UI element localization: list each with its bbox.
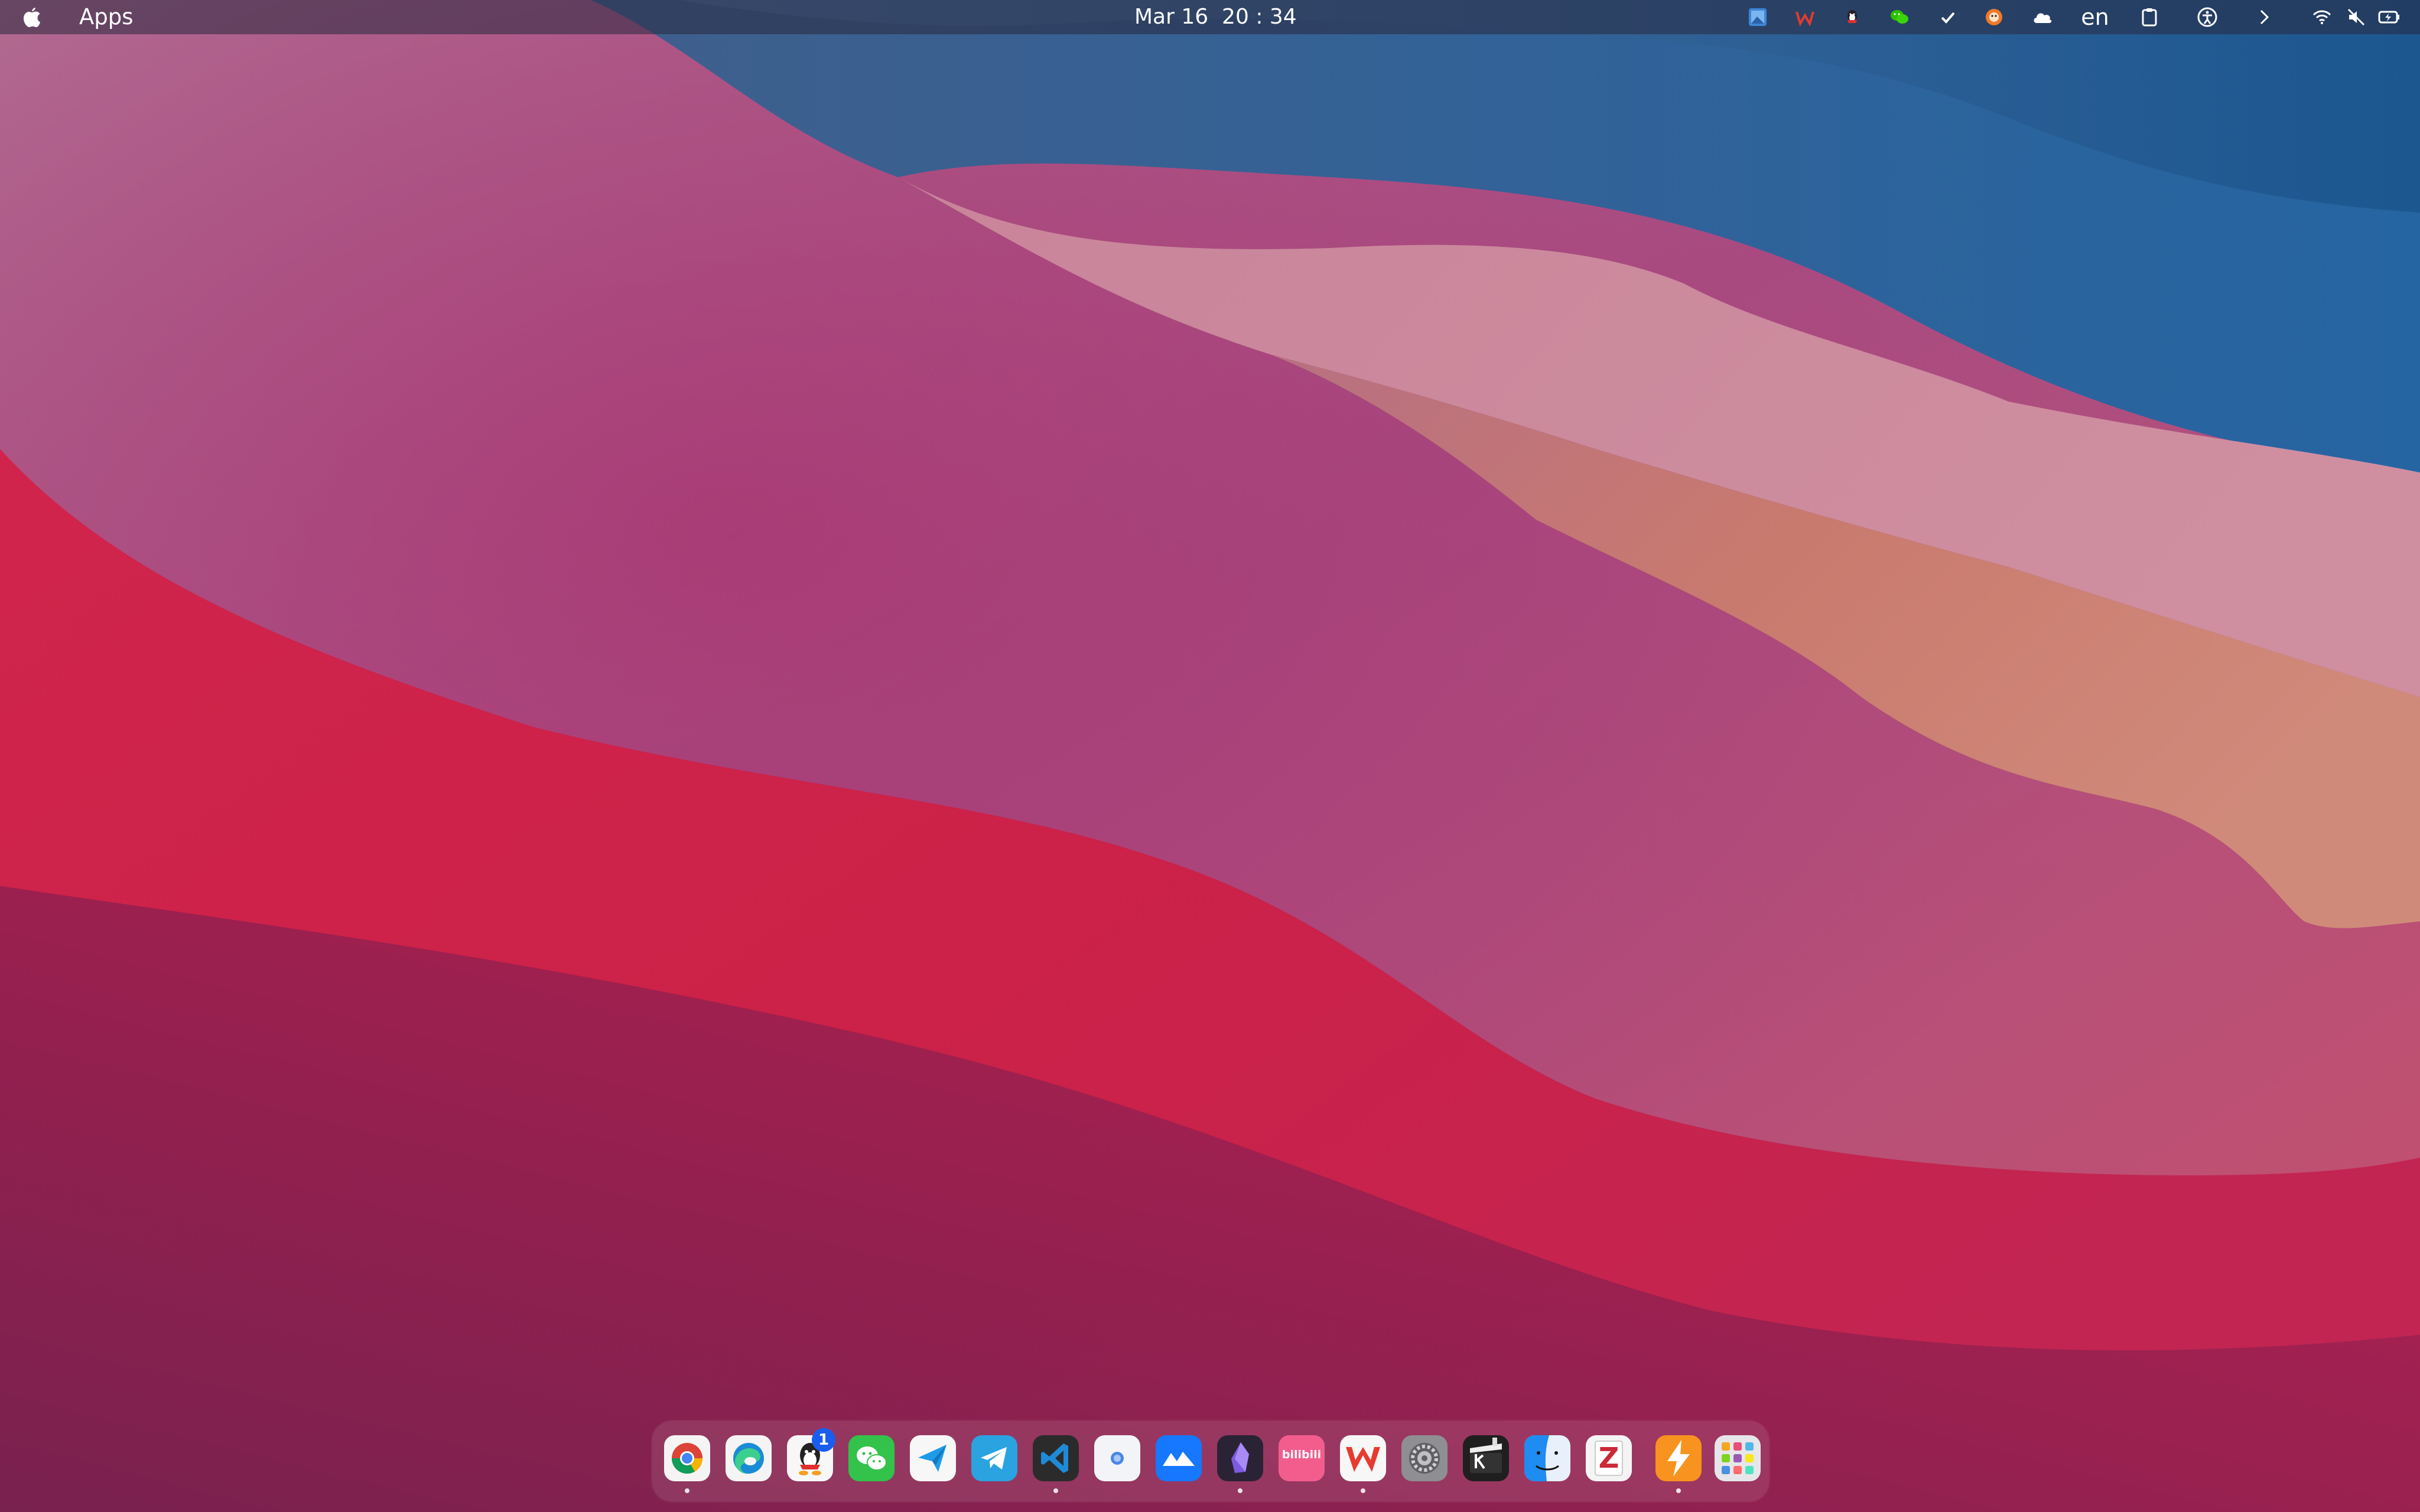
running-indicator [1676, 1488, 1681, 1493]
wps-icon[interactable] [1340, 1435, 1386, 1493]
wallpaper [0, 0, 2420, 1512]
chevron-right-icon[interactable] [2252, 4, 2276, 31]
browser-dot-icon[interactable] [1094, 1435, 1140, 1481]
input-language[interactable]: en [2079, 4, 2112, 31]
qq-icon[interactable]: 1 [787, 1428, 835, 1481]
screenshot-tool-icon[interactable] [1746, 4, 1770, 31]
qq-icon[interactable] [1840, 4, 1864, 31]
mute-icon[interactable] [2344, 4, 2368, 31]
feishu-send-icon[interactable] [910, 1435, 956, 1481]
lark-icon[interactable] [1156, 1435, 1202, 1481]
flash-icon[interactable] [1655, 1435, 1702, 1493]
cloud-icon[interactable] [2029, 4, 2055, 31]
wps-icon[interactable] [1793, 4, 1817, 31]
active-app-menu[interactable]: Apps [79, 5, 134, 30]
accessibility-icon[interactable] [2195, 4, 2219, 31]
bilibili-logo-text: bilibili [1281, 1448, 1322, 1461]
desktop[interactable]: Apps Mar 16 20 : 34 en 1 bilibili Z [0, 0, 2420, 1512]
system-settings-icon[interactable] [1401, 1435, 1448, 1481]
notification-badge: 1 [812, 1428, 835, 1452]
zotero-logo-letter: Z [1598, 1442, 1619, 1475]
running-indicator [685, 1488, 689, 1493]
running-indicator [1053, 1488, 1058, 1493]
edge-icon[interactable] [726, 1435, 772, 1481]
weasel-icon[interactable] [1982, 4, 2006, 31]
dock: 1 bilibili Z [652, 1421, 1769, 1501]
finder-icon[interactable] [1524, 1435, 1570, 1481]
obsidian-icon[interactable] [1217, 1435, 1263, 1493]
telegram-icon[interactable] [971, 1435, 1017, 1481]
chrome-icon[interactable] [664, 1435, 710, 1493]
checkmark-icon[interactable] [1936, 4, 1960, 31]
running-indicator [1238, 1488, 1242, 1493]
clapper-icon[interactable] [1463, 1435, 1509, 1481]
launchpad-icon[interactable] [1715, 1435, 1761, 1481]
wechat-icon[interactable] [848, 1435, 895, 1481]
wifi-icon[interactable] [2310, 4, 2334, 31]
clock[interactable]: Mar 16 20 : 34 [1134, 5, 1297, 30]
apple-icon[interactable] [21, 5, 43, 29]
menu-bar: Apps Mar 16 20 : 34 en [0, 0, 2420, 34]
vscode-icon[interactable] [1033, 1435, 1079, 1493]
zotero-icon[interactable]: Z [1586, 1435, 1632, 1481]
battery-icon[interactable] [2376, 4, 2402, 31]
wechat-icon[interactable] [1888, 4, 1911, 31]
clipboard-icon[interactable] [2138, 4, 2161, 31]
bilibili-icon[interactable]: bilibili [1279, 1435, 1325, 1481]
running-indicator [1361, 1488, 1365, 1493]
